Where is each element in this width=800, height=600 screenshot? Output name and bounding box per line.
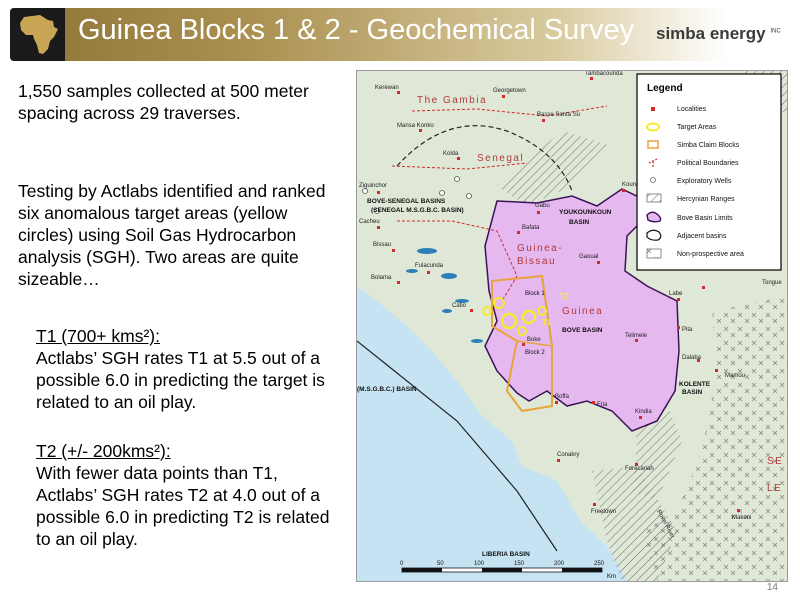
well-circle-icon [650, 177, 656, 183]
locality-label: Fria [597, 402, 608, 408]
locality-label: Gabu [535, 203, 550, 209]
locality-label: Telimele [625, 333, 648, 339]
locality-label: Bissau [373, 242, 391, 248]
locality-label: Labe [669, 291, 683, 297]
locality-label: Mamou [725, 373, 745, 379]
legend-item-label: Localities [677, 106, 707, 113]
legend-item-label: Adjacent basins [677, 233, 727, 240]
legend-item-label: Non-prospective area [677, 251, 744, 258]
locality-label: Tambacounda [585, 71, 623, 77]
locality-label: Basse Santa Su [537, 112, 580, 118]
locality-label: Makeni [732, 515, 751, 521]
locality-label: Ziguinchor [359, 183, 387, 189]
locality-label: Mansa Konko [397, 123, 434, 129]
legend-title: Legend [647, 83, 683, 94]
crosses-area-icon [646, 248, 662, 259]
country-label-guinea: Guinea [562, 306, 603, 317]
basin-label: LIBERIA BASIN [482, 551, 530, 558]
locality-label: Bolama [371, 275, 392, 281]
country-label-gambia: The Gambia [417, 95, 487, 106]
basin-label: YOUKOUNKOUN [559, 209, 612, 216]
map-svg: Tambacounda Kerewan Georgetown Basse San… [357, 71, 787, 581]
country-label-guinea-bissau-1: Guinea- [517, 243, 563, 254]
block-1-label: Block 1 [525, 291, 545, 297]
legend: Legend Localities Target Areas Simba Cla… [636, 73, 782, 271]
basin-label: KOLENTE [679, 381, 711, 388]
legend-item-label: Hercynian Ranges [677, 196, 735, 203]
basin-label: BASIN [682, 389, 703, 396]
locality-label: Freetown [591, 509, 616, 515]
locality-label: Catio [452, 303, 467, 309]
t2-label: T2 [559, 292, 569, 301]
page-number: 14 [766, 582, 778, 593]
locality-label: Forecariah [625, 466, 654, 472]
t2-section: T2 (+/- 200kms²): With fewer data points… [36, 440, 336, 550]
basin-label: (M.S.G.B.C.) BASIN [357, 386, 417, 393]
locality-label: Conakry [557, 452, 579, 458]
locality-label: Boke [527, 337, 541, 343]
t1-label: T1 [542, 318, 552, 327]
brand-name: simba energy [656, 24, 766, 43]
brand-suffix: INC [770, 28, 781, 35]
t2-heading: T2 (+/- 200kms²): [36, 441, 171, 461]
legend-item-label: Target Areas [677, 124, 717, 131]
brand-logo: simba energy INC [656, 24, 781, 44]
intro-paragraph: 1,550 samples collected at 500 meter spa… [18, 81, 309, 123]
geologic-map: Tambacounda Kerewan Georgetown Basse San… [356, 70, 788, 582]
t2-text: With fewer data points than T1, Actlabs’… [36, 463, 330, 549]
country-label-guinea-bissau-2: Bissau [517, 256, 556, 267]
basin-label: BOVE-SENEGAL BASINS [367, 198, 446, 205]
scale-tick: 150 [514, 561, 525, 567]
scale-tick: 50 [437, 561, 444, 567]
scale-tick: 250 [594, 561, 605, 567]
locality-label: Bafata [522, 225, 540, 231]
legend-item-label: Political Boundaries [677, 160, 739, 167]
locality-label: Kolda [443, 151, 459, 157]
country-label-liberia: LE [767, 483, 782, 494]
legend-item-label: Simba Claim Blocks [677, 142, 740, 149]
t1-text: Actlabs’ SGH rates T1 at 5.5 out of a po… [36, 348, 325, 412]
slide-header: Guinea Blocks 1 & 2 - Geochemical Survey… [0, 0, 800, 66]
locality-label: Dalaba [682, 355, 702, 361]
block-2-label: Block 2 [525, 350, 545, 356]
locality-label: Gaoual [579, 254, 598, 260]
legend-item-label: Bove Basin Limits [677, 215, 733, 222]
locality-label: Fulacunda [415, 263, 444, 269]
t1-heading: T1 (700+ kms²): [36, 326, 160, 346]
scale-tick: 200 [554, 561, 565, 567]
red-dot-icon [651, 107, 655, 111]
locality-label: Kindia [635, 409, 652, 415]
locality-label: Tongue [762, 280, 782, 286]
testing-paragraph: Testing by Actlabs identified and ranked… [18, 181, 326, 289]
legend-item-label: Exploratory Wells [677, 178, 732, 185]
africa-logo-icon [10, 8, 65, 61]
locality-label: Cacheu [359, 219, 380, 225]
basin-label: BASIN [569, 219, 590, 226]
locality-label: Georgetown [493, 88, 526, 94]
page-title: Guinea Blocks 1 & 2 - Geochemical Survey [78, 14, 635, 46]
locality-label: Pita [682, 327, 693, 333]
hatched-area-icon [646, 193, 662, 203]
t1-section: T1 (700+ kms²): Actlabs’ SGH rates T1 at… [36, 325, 336, 413]
basin-label: BOVE BASIN [562, 327, 603, 334]
scale-tick: 100 [474, 561, 485, 567]
basin-label: (SENEGAL M.S.G.B.C. BASIN) [371, 207, 464, 214]
locality-label: Kerewan [375, 85, 399, 91]
country-label-sierra-leone: SE [767, 456, 783, 467]
country-label-senegal: Senegal [477, 153, 524, 164]
locality-label: Boffa [555, 394, 570, 400]
scale-unit: Km [607, 574, 616, 580]
